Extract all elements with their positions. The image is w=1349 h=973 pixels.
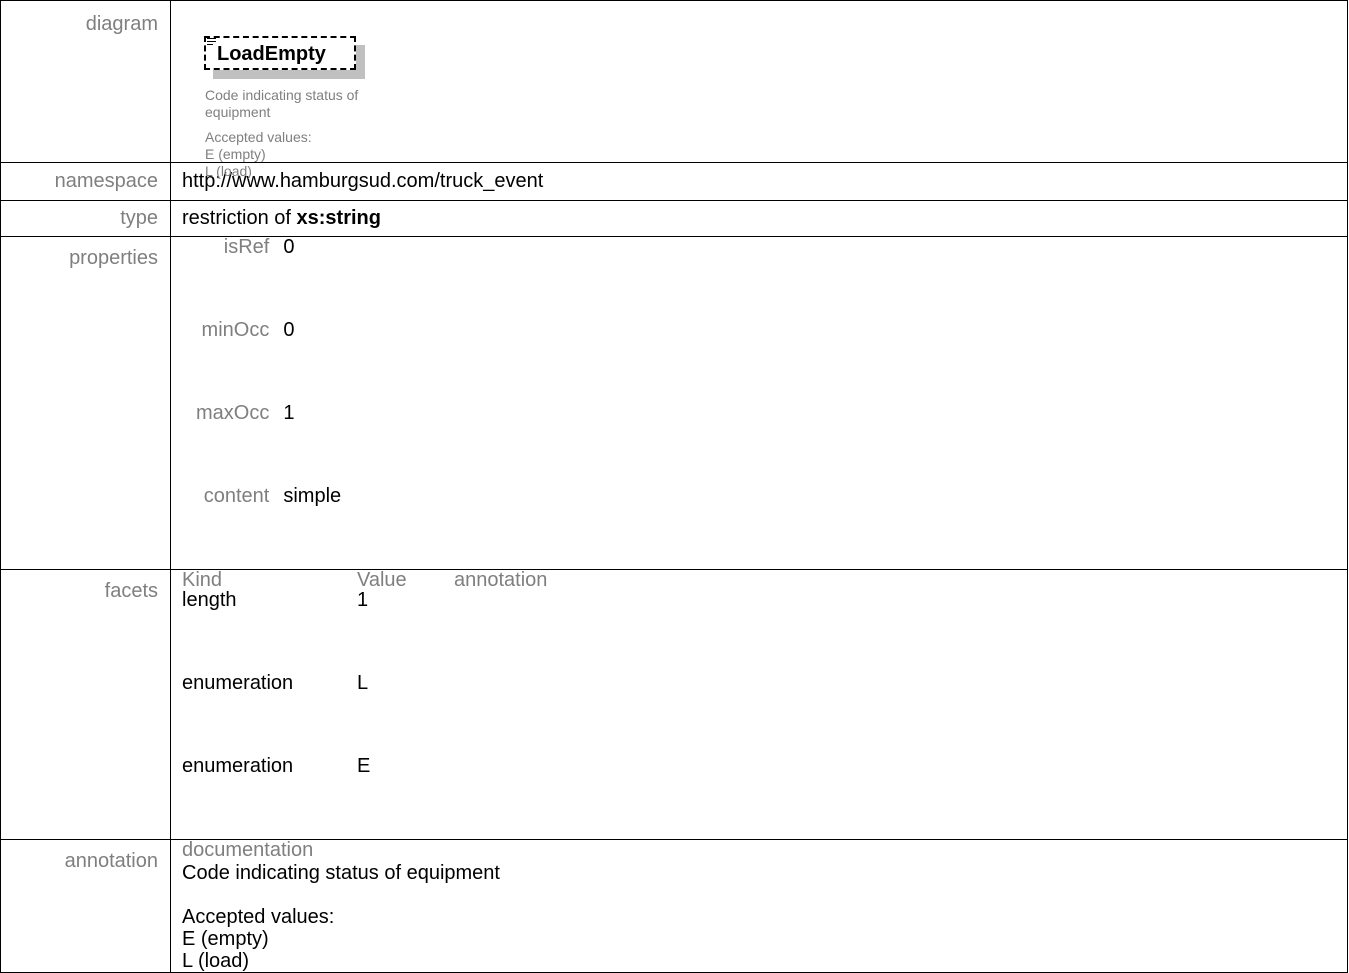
property-value: 0 (283, 319, 295, 341)
facet-row: length 1 (182, 590, 547, 673)
facets-header-value: Value (357, 569, 407, 591)
namespace-label: namespace (0, 162, 171, 201)
annotation-row: annotation documentation Code indicating… (0, 839, 1348, 973)
facet-annotation (454, 673, 547, 756)
type-label: type (0, 200, 171, 237)
property-row: isRef 0 (196, 237, 341, 320)
property-row: content simple (196, 486, 341, 569)
property-value: 1 (283, 402, 295, 424)
facet-row: enumeration L (182, 673, 547, 756)
properties-row: properties isRef 0 minOcc 0 maxOcc 1 conten… (0, 236, 1348, 570)
property-key: maxOcc (196, 402, 270, 424)
facets-header-annotation: annotation (454, 569, 548, 591)
facet-value: E (357, 755, 371, 777)
property-key: minOcc (201, 319, 270, 341)
type-base-link[interactable]: xs:string (297, 207, 381, 229)
namespace-row: namespace http://www.hamburgsud.com/truc… (0, 162, 1348, 201)
element-diagram: LoadEmpty Code indicating status of equi… (171, 1, 471, 179)
diagram-description: Code indicating status of equipment (205, 87, 359, 120)
diagram-label: diagram (0, 0, 171, 163)
documentation-text: Code indicating status of equipment Acce… (182, 862, 500, 972)
property-row: maxOcc 1 (196, 403, 341, 486)
properties-label: properties (0, 236, 171, 570)
facets-header-kind: Kind (182, 569, 223, 591)
facet-kind: enumeration (182, 755, 294, 777)
diagram-accepted-values: Accepted values: E (empty) L (load) (205, 129, 312, 179)
property-value: 0 (283, 236, 295, 258)
documentation-heading: documentation (182, 839, 314, 861)
documentation-lines-icon (207, 38, 216, 47)
facets-header-row: Kind Value annotation (182, 570, 547, 590)
property-key: isRef (223, 236, 270, 258)
property-key: content (203, 485, 270, 507)
facet-annotation (454, 590, 547, 673)
facet-kind: enumeration (182, 672, 294, 694)
properties-table: isRef 0 minOcc 0 maxOcc 1 content simple (196, 237, 341, 569)
schema-doc-table: diagram LoadEmpty Code indicating status… (0, 0, 1348, 973)
facet-kind: length (182, 589, 237, 611)
element-name[interactable]: LoadEmpty (217, 43, 326, 66)
facets-table: Kind Value annotation length 1 enumerati… (182, 570, 547, 839)
facet-annotation (454, 756, 547, 839)
facet-row: enumeration E (182, 756, 547, 839)
annotation-label: annotation (0, 839, 171, 973)
facets-row: facets Kind Value annotation length 1 en… (0, 569, 1348, 840)
facet-value: L (357, 672, 369, 694)
type-prefix: restriction of (182, 207, 291, 229)
diagram-row: diagram LoadEmpty Code indicating status… (0, 0, 1348, 179)
facet-value: 1 (357, 589, 369, 611)
namespace-value: http://www.hamburgsud.com/truck_event (170, 162, 1348, 201)
type-row: type restriction of xs:string (0, 200, 1348, 237)
facets-label: facets (0, 569, 171, 840)
property-value: simple (283, 485, 342, 507)
property-row: minOcc 0 (196, 320, 341, 403)
